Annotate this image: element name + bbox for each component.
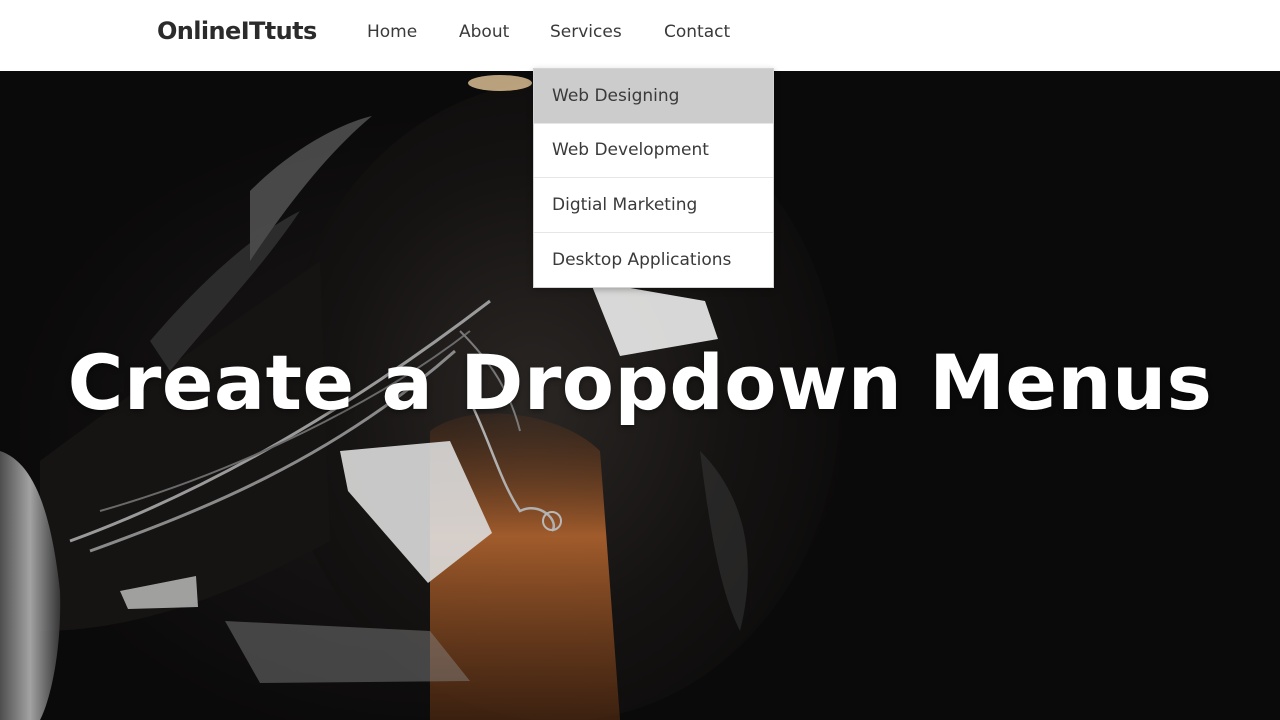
top-navbar: OnlineITtuts Home About Services Contact (0, 0, 1280, 71)
dropdown-item-desktop-applications[interactable]: Desktop Applications (534, 233, 773, 288)
nav-home[interactable]: Home (367, 22, 417, 42)
dropdown-item-web-development[interactable]: Web Development (534, 124, 773, 178)
brand-logo[interactable]: OnlineITtuts (157, 17, 317, 45)
services-dropdown-menu: Web Designing Web Development Digtial Ma… (533, 68, 774, 288)
hero-headline: Create a Dropdown Menus (67, 338, 1213, 427)
nav-services[interactable]: Services (550, 22, 622, 42)
dropdown-item-digital-marketing[interactable]: Digtial Marketing (534, 178, 773, 233)
nav-contact[interactable]: Contact (664, 22, 730, 42)
dropdown-item-web-designing[interactable]: Web Designing (534, 69, 773, 124)
nav-about[interactable]: About (459, 22, 509, 42)
